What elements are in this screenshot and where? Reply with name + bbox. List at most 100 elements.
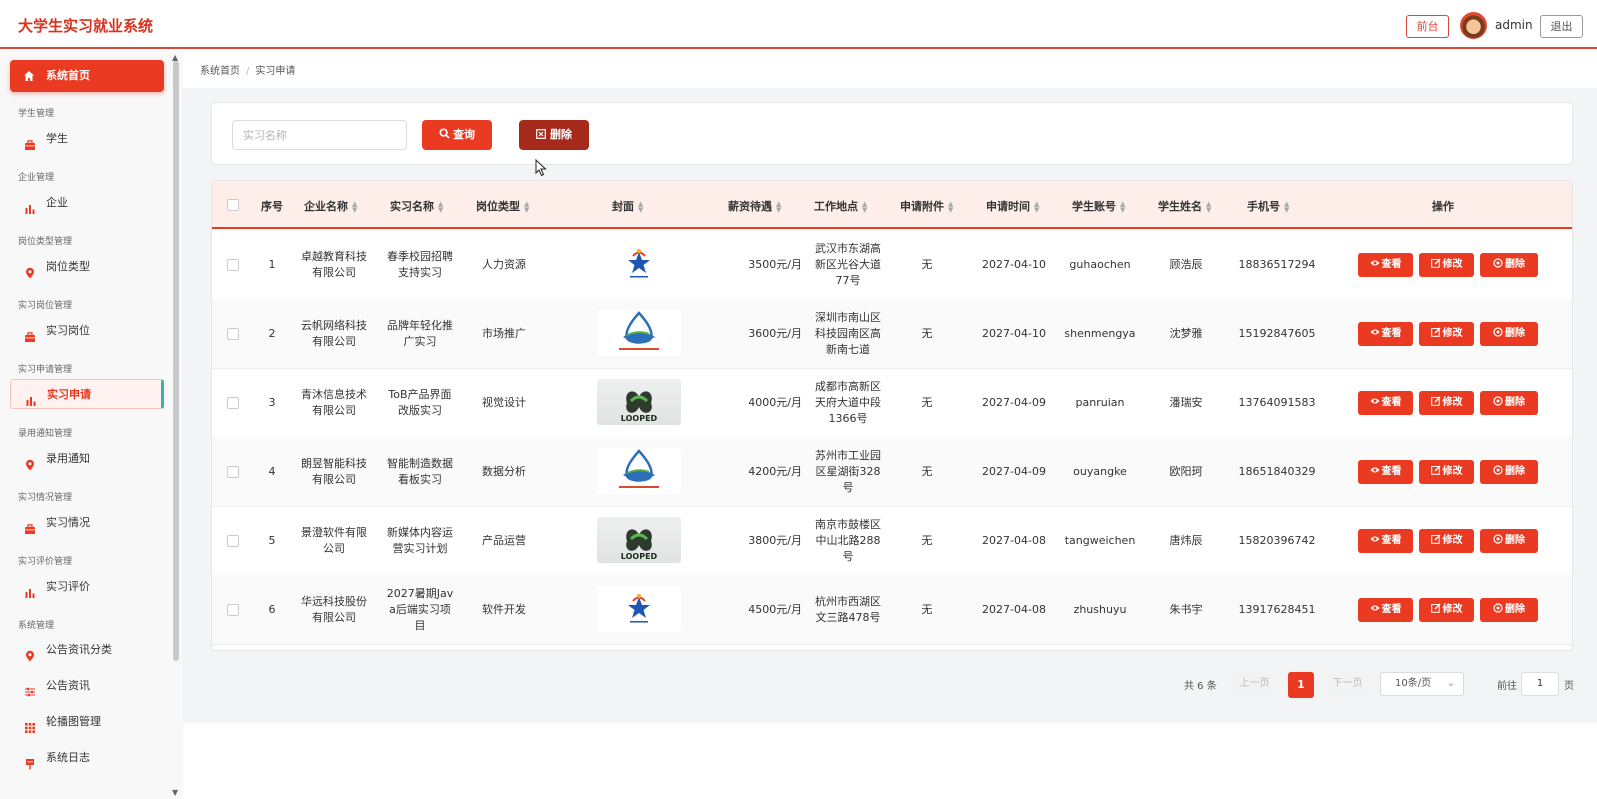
column-header[interactable]: 申请时间 ▲ ▼ <box>986 198 1039 214</box>
briefcase-icon <box>24 325 36 342</box>
row-checkbox[interactable] <box>227 604 239 616</box>
row-number: 1 <box>268 258 276 271</box>
column-header[interactable]: 序号 <box>261 198 283 214</box>
delete-button[interactable]: 删除 <box>1480 391 1538 415</box>
sidebar-item-1[interactable]: 企业 <box>10 188 164 218</box>
company-name: 朗昱智能科技 有限公司 <box>301 457 367 486</box>
student-name: 沈梦雅 <box>1169 327 1203 340</box>
sidebar-item-0[interactable]: 学生 <box>10 124 164 154</box>
column-header[interactable]: 学生账号 ▲ ▼ <box>1072 198 1125 214</box>
batch-delete-button[interactable]: 删除 <box>519 120 589 150</box>
sidebar-scrollbar[interactable] <box>173 61 179 661</box>
column-header[interactable]: 封面 ▲ ▼ <box>612 198 643 214</box>
goto-page-input[interactable]: 1 <box>1521 672 1559 696</box>
sidebar-group-label: 实习岗位管理 <box>18 301 73 311</box>
view-button[interactable]: 查看 <box>1358 460 1413 484</box>
edit-button[interactable]: 修改 <box>1419 391 1474 415</box>
delete-button[interactable]: 删除 <box>1480 253 1538 277</box>
edit-button[interactable]: 修改 <box>1419 529 1474 553</box>
internship-name: ToB产品界面 改版实习 <box>388 388 452 417</box>
sort-icon[interactable]: ▲ ▼ <box>1120 201 1125 214</box>
search-input[interactable] <box>232 120 407 150</box>
next-page-button[interactable]: 下一页 <box>1323 672 1372 696</box>
column-header[interactable]: 操作 <box>1432 198 1454 214</box>
sort-icon[interactable]: ▲ ▼ <box>438 201 443 214</box>
bar-chart-icon <box>24 581 36 598</box>
view-button[interactable]: 查看 <box>1358 529 1413 553</box>
sidebar-system-item-1[interactable]: 公告资讯 <box>10 671 164 701</box>
column-header[interactable]: 手机号 ▲ ▼ <box>1247 198 1289 214</box>
position-type: 软件开发 <box>482 603 526 616</box>
front-button[interactable]: 前台 <box>1406 15 1449 38</box>
view-button[interactable]: 查看 <box>1358 598 1413 622</box>
sort-icon[interactable]: ▲ ▼ <box>1284 201 1289 214</box>
row-number: 2 <box>268 327 276 340</box>
sidebar-system-item-0[interactable]: 公告资讯分类 <box>10 635 164 665</box>
briefcase-icon <box>24 517 36 534</box>
sidebar-system-item-2[interactable]: 轮播图管理 <box>10 707 164 737</box>
sort-icon[interactable]: ▲ ▼ <box>862 201 867 214</box>
row-checkbox[interactable] <box>227 259 239 271</box>
sort-icon[interactable]: ▲ ▼ <box>524 201 529 214</box>
delete-button[interactable]: 删除 <box>1480 460 1538 484</box>
application-table: 序号 企业名称 ▲ ▼ 实习名称 ▲ ▼ 岗位类型 ▲ ▼ 封面 ▲ ▼ 薪资待遇 ▲ ▼ 工作地点 ▲ ▼ 申请附件… <box>211 180 1573 651</box>
logout-button[interactable]: 退出 <box>1540 15 1583 38</box>
apply-date: 2027-04-09 <box>982 396 1046 409</box>
goto-label: 前往 <box>1497 681 1517 692</box>
sidebar-item-label: 录用通知 <box>46 452 90 465</box>
column-header[interactable]: 学生姓名 ▲ ▼ <box>1158 198 1211 214</box>
column-header[interactable]: 薪资待遇 ▲ ▼ <box>728 198 781 214</box>
edit-button[interactable]: 修改 <box>1419 322 1474 346</box>
query-button[interactable]: 查询 <box>422 120 492 150</box>
view-button[interactable]: 查看 <box>1358 322 1413 346</box>
sidebar-item-home[interactable]: 系统首页 <box>10 60 164 92</box>
sort-icon[interactable]: ▲ ▼ <box>1206 201 1211 214</box>
map-pin-icon <box>24 453 36 471</box>
edit-button[interactable]: 修改 <box>1419 253 1474 277</box>
salary: 3500元/月 <box>748 258 802 271</box>
prev-page-button[interactable]: 上一页 <box>1230 672 1279 696</box>
phone-number: 18836517294 <box>1238 258 1316 271</box>
breadcrumb: 系统首页 / 实习申请 <box>200 62 295 77</box>
sort-icon[interactable]: ▲ ▼ <box>638 201 643 214</box>
pagination-total: 共 6 条 <box>1184 681 1217 692</box>
sidebar-item-2[interactable]: 岗位类型 <box>10 252 164 282</box>
view-button[interactable]: 查看 <box>1358 253 1413 277</box>
view-button[interactable]: 查看 <box>1358 391 1413 415</box>
column-header[interactable]: 申请附件 ▲ ▼ <box>900 198 953 214</box>
delete-button[interactable]: 删除 <box>1480 529 1538 553</box>
page-number-1[interactable]: 1 <box>1288 672 1314 698</box>
sort-icon[interactable]: ▲ ▼ <box>948 201 953 214</box>
select-all-checkbox[interactable] <box>227 199 239 211</box>
row-checkbox[interactable] <box>227 328 239 340</box>
edit-button[interactable]: 修改 <box>1419 460 1474 484</box>
delete-button[interactable]: 删除 <box>1480 322 1538 346</box>
sidebar-system-item-3[interactable]: 系统日志 <box>10 743 164 773</box>
sidebar-item-6[interactable]: 实习情况 <box>10 508 164 538</box>
sort-icon[interactable]: ▲ ▼ <box>352 201 357 214</box>
sort-icon[interactable]: ▲ ▼ <box>1034 201 1039 214</box>
sidebar-item-7[interactable]: 实习评价 <box>10 572 164 602</box>
row-checkbox[interactable] <box>227 466 239 478</box>
row-checkbox[interactable] <box>227 397 239 409</box>
sidebar-item-5[interactable]: 录用通知 <box>10 444 164 474</box>
delete-button[interactable]: 删除 <box>1480 598 1538 622</box>
sidebar-item-3[interactable]: 实习岗位 <box>10 316 164 346</box>
column-header[interactable]: 工作地点 ▲ ▼ <box>814 198 867 214</box>
sidebar-item-4[interactable]: 实习申请 <box>10 379 164 409</box>
cover-image: LOOPED <box>597 517 681 563</box>
bar-chart-icon <box>24 197 36 214</box>
scroll-down-arrow-icon[interactable]: ▼ <box>172 788 178 797</box>
breadcrumb-home[interactable]: 系统首页 <box>200 66 240 77</box>
page-size-select[interactable]: 10条/页 ⌄ <box>1380 672 1464 696</box>
edit-icon <box>1430 327 1440 337</box>
column-header[interactable]: 岗位类型 ▲ ▼ <box>476 198 529 214</box>
edit-button[interactable]: 修改 <box>1419 598 1474 622</box>
column-header[interactable]: 实习名称 ▲ ▼ <box>390 198 443 214</box>
table-row: 5 景澄软件有限 公司 新媒体内容运 营实习计划 产品运营 LOOPED 3800元… <box>212 506 1572 576</box>
row-checkbox[interactable] <box>227 535 239 547</box>
username[interactable]: admin <box>1495 18 1533 32</box>
sort-icon[interactable]: ▲ ▼ <box>776 201 781 214</box>
column-header[interactable]: 企业名称 ▲ ▼ <box>304 198 357 214</box>
avatar[interactable] <box>1460 12 1487 39</box>
